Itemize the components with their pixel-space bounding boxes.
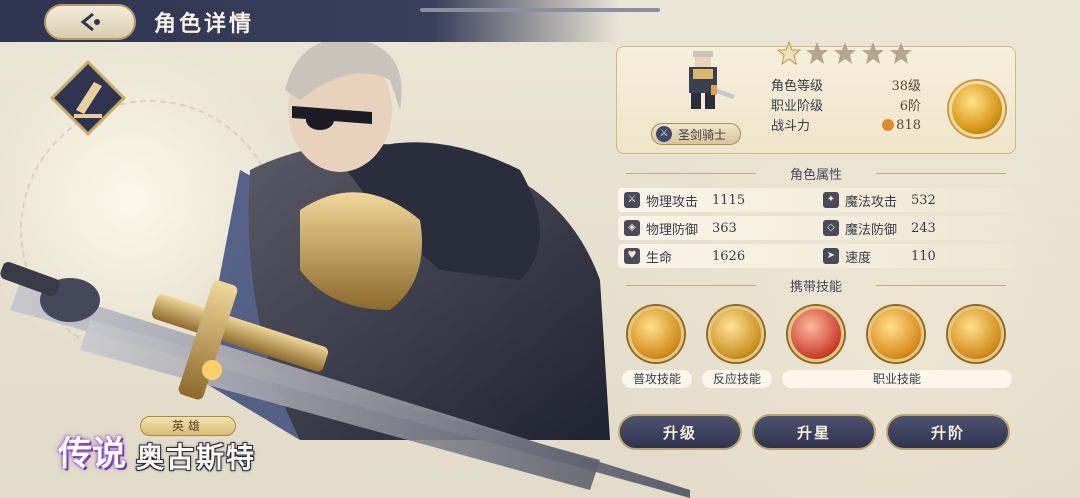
info-row-rank: 职业阶级 6阶 — [771, 95, 921, 115]
skill-job-icon-2[interactable] — [868, 306, 924, 362]
star-icon-empty — [890, 42, 912, 64]
info-rows: 角色等级 38级 职业阶级 6阶 战斗力 818 — [771, 75, 921, 135]
class-icon: ⚔ — [656, 126, 672, 142]
attr-label: 速度 — [845, 250, 872, 266]
skill-normal-attack-icon[interactable] — [628, 306, 684, 362]
attr-cell: ◇ 魔法防御 243 — [817, 216, 1016, 240]
attr-cell: ◈ 物理防御 363 — [618, 216, 817, 240]
hero-sprite — [689, 51, 735, 109]
attributes-table: ⚔ 物理攻击 1115 ✦ 魔法攻击 532 ◈ 物理防御 363 ◇ 魔法防御 243 ♥ 生命… — [618, 188, 1016, 272]
attr-row: ⚔ 物理攻击 1115 ✦ 魔法攻击 532 — [618, 188, 1016, 212]
info-value: 6阶 — [899, 99, 921, 114]
attr-cell: ✦ 魔法攻击 532 — [817, 188, 1016, 212]
hero-name: 奥古斯特 — [136, 441, 257, 474]
power-number: 818 — [896, 117, 921, 133]
heart-icon: ♥ — [624, 248, 640, 264]
attr-value: 110 — [911, 248, 936, 264]
magic-defense-icon: ◇ — [823, 220, 839, 236]
class-chip: ⚔ 圣剑骑士 — [651, 123, 741, 145]
info-label: 角色等级 — [771, 79, 824, 94]
back-button[interactable] — [44, 4, 136, 40]
attr-cell: ➤ 速度 110 — [817, 244, 1016, 268]
attr-value: 363 — [712, 220, 737, 236]
star-rating — [777, 41, 913, 65]
class-emblem-icon — [50, 60, 126, 136]
attr-row: ♥ 生命 1626 ➤ 速度 110 — [618, 244, 1016, 268]
attr-label: 魔法攻击 — [845, 194, 898, 210]
rarity-badge: 传说 — [58, 433, 126, 474]
skill-reaction-icon[interactable] — [708, 306, 764, 362]
attr-value: 243 — [911, 220, 936, 236]
power-icon — [882, 119, 895, 131]
star-icon-filled — [777, 41, 801, 65]
attr-value: 532 — [911, 192, 936, 208]
level-up-button[interactable]: 升级 — [618, 414, 742, 450]
magic-attack-icon: ✦ — [823, 192, 839, 208]
attr-value: 1115 — [712, 192, 746, 208]
star-icon-empty — [862, 42, 884, 64]
info-card: ⚔ 圣剑骑士 角色等级 38级 职业阶级 6阶 战斗力 818 — [616, 41, 1016, 154]
power-value: 818 — [882, 115, 921, 135]
action-bar: 升级 升星 升阶 — [610, 414, 1020, 450]
info-row-level: 角色等级 38级 — [771, 75, 921, 95]
header-decoration — [420, 8, 660, 12]
back-arrow-icon — [80, 12, 100, 32]
attr-label: 物理攻击 — [646, 194, 699, 210]
class-name: 圣剑骑士 — [678, 127, 727, 142]
attr-cell: ⚔ 物理攻击 1115 — [618, 188, 817, 212]
skill-label-normal: 普攻技能 — [622, 370, 692, 388]
skill-job-icon-3[interactable] — [948, 306, 1004, 362]
info-row-power: 战斗力 818 — [771, 115, 921, 135]
star-icon-empty — [834, 42, 856, 64]
attr-row: ◈ 物理防御 363 ◇ 魔法防御 243 — [618, 216, 1016, 240]
attr-cell: ♥ 生命 1626 — [618, 244, 817, 268]
attr-label: 物理防御 — [646, 222, 699, 238]
info-label: 职业阶级 — [771, 99, 824, 114]
rank-up-button[interactable]: 升阶 — [886, 414, 1010, 450]
star-up-button[interactable]: 升星 — [752, 414, 876, 450]
speed-icon: ➤ — [823, 248, 839, 264]
skill-label-job: 职业技能 — [782, 370, 1012, 388]
physical-attack-icon: ⚔ — [624, 192, 640, 208]
star-icon-empty — [806, 42, 828, 64]
attr-label: 生命 — [646, 250, 673, 266]
attr-value: 1626 — [712, 248, 746, 264]
hero-type-tag: 英雄 — [140, 416, 236, 436]
attributes-title: 角色属性 — [616, 164, 1016, 183]
class-medal-icon[interactable] — [949, 81, 1005, 137]
physical-defense-icon: ◈ — [624, 220, 640, 236]
info-value: 38级 — [891, 79, 921, 94]
skills-title: 携带技能 — [616, 276, 1016, 295]
page-title: 角色详情 — [154, 11, 255, 37]
skill-job-icon-1[interactable] — [788, 306, 844, 362]
detail-panel: ⚔ 圣剑骑士 角色等级 38级 职业阶级 6阶 战斗力 818 角色属性 ⚔ 物… — [610, 40, 1020, 458]
skill-label-reaction: 反应技能 — [702, 370, 772, 388]
info-label: 战斗力 — [771, 119, 811, 134]
attr-label: 魔法防御 — [845, 222, 898, 238]
